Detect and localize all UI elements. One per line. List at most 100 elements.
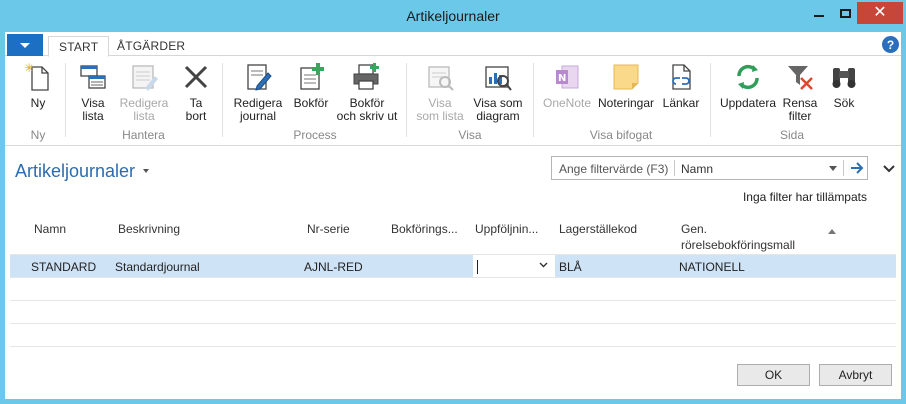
sok-button[interactable]: Sök xyxy=(829,61,859,110)
notes-icon xyxy=(610,61,642,93)
empty-row[interactable] xyxy=(10,323,896,346)
group-separator xyxy=(65,63,66,137)
links-icon xyxy=(665,61,697,93)
bokfor-och-skriv-ut-button[interactable]: Bokför och skriv ut xyxy=(335,61,399,123)
new-star-icon: ✳ xyxy=(22,61,54,93)
lankar-button[interactable]: Länkar xyxy=(661,61,701,110)
visa-lista-button[interactable]: Visa lista xyxy=(73,61,113,123)
view-list-icon xyxy=(424,61,456,93)
cancel-button[interactable]: Avbryt xyxy=(819,364,892,386)
group-separator xyxy=(406,63,407,137)
bokfor-button[interactable]: Bokför xyxy=(292,61,330,110)
journal-grid: Namn Beskrivning Nr-serie Bokförings... … xyxy=(10,212,896,369)
tab-atgarder[interactable]: ÅTGÄRDER xyxy=(107,36,195,57)
noteringar-label: Noteringar xyxy=(597,96,655,110)
grid-header: Namn Beskrivning Nr-serie Bokförings... … xyxy=(10,212,896,254)
ta-bort-label: Ta bort xyxy=(185,96,207,123)
visa-som-diagram-button[interactable]: Visa som diagram xyxy=(471,61,525,123)
apply-filter-arrow-icon[interactable] xyxy=(848,159,866,177)
group-label-ny: Ny xyxy=(30,128,46,142)
group-separator xyxy=(710,63,711,137)
chevron-down-icon[interactable] xyxy=(829,166,837,171)
filter-value-input[interactable]: Ange filtervärde (F3) xyxy=(559,162,668,176)
column-header-gen-rorelsebokforingsmall[interactable]: Gen. rörelsebokföringsmall xyxy=(681,221,795,253)
app-menu-button[interactable] xyxy=(7,34,43,56)
uppdatera-button[interactable]: Uppdatera xyxy=(717,61,779,110)
onenote-button[interactable]: N OneNote xyxy=(541,61,593,110)
column-header-beskrivning[interactable]: Beskrivning xyxy=(118,221,180,237)
title-dropdown-icon[interactable] xyxy=(143,169,149,173)
redigera-journal-button[interactable]: Redigera journal xyxy=(231,61,285,123)
svg-text:N: N xyxy=(558,73,566,84)
window-client: START ÅTGÄRDER ? ✳ Ny Visa lista Rediger… xyxy=(5,32,901,399)
lankar-label: Länkar xyxy=(662,96,700,110)
svg-text:✳: ✳ xyxy=(24,62,34,75)
column-header-lagerstallekod[interactable]: Lagerställekod xyxy=(559,221,637,237)
group-separator xyxy=(533,63,534,137)
group-label-process: Process xyxy=(293,128,337,142)
rensa-filter-label: Rensa filter xyxy=(782,96,818,123)
column-header-nr-serie[interactable]: Nr-serie xyxy=(307,221,350,237)
redigera-lista-button[interactable]: Redigera lista xyxy=(118,61,170,123)
visa-som-lista-button[interactable]: Visa som lista xyxy=(415,61,465,123)
close-button[interactable]: ✕ xyxy=(857,2,903,24)
minimize-icon xyxy=(814,15,824,17)
maximize-icon xyxy=(839,8,851,18)
redigera-lista-label: Redigera lista xyxy=(119,96,169,123)
chevron-down-icon[interactable] xyxy=(539,259,548,271)
rensa-filter-button[interactable]: Rensa filter xyxy=(782,61,818,123)
view-chart-icon xyxy=(482,61,514,93)
visa-som-diagram-label: Visa som diagram xyxy=(473,96,523,123)
edit-journal-icon xyxy=(242,61,274,93)
tab-start[interactable]: START xyxy=(48,36,110,57)
column-header-namn[interactable]: Namn xyxy=(34,221,66,237)
cell-namn[interactable]: STANDARD xyxy=(31,260,96,274)
list-view-icon xyxy=(77,61,109,93)
sok-label: Sök xyxy=(833,96,855,110)
empty-row[interactable] xyxy=(10,300,896,323)
bokfor-och-skriv-ut-label: Bokför och skriv ut xyxy=(336,96,398,123)
filter-divider xyxy=(843,160,844,176)
ny-label: Ny xyxy=(30,96,46,110)
group-label-sida: Sida xyxy=(779,128,805,142)
cell-gen-rorelsebokforingsmall[interactable]: NATIONELL xyxy=(679,260,745,274)
post-print-icon xyxy=(351,61,383,93)
filter-box: Ange filtervärde (F3) Namn xyxy=(551,156,868,180)
cell-beskrivning[interactable]: Standardjournal xyxy=(115,260,200,274)
redigera-journal-label: Redigera journal xyxy=(233,96,283,123)
ribbon: ✳ Ny Visa lista Redigera lista Ta bort R… xyxy=(5,57,901,146)
noteringar-button[interactable]: Noteringar xyxy=(597,61,655,110)
group-separator xyxy=(222,63,223,137)
no-filter-text: Inga filter har tillämpats xyxy=(742,190,867,204)
refresh-icon xyxy=(732,61,764,93)
ny-button[interactable]: ✳ Ny xyxy=(23,61,53,110)
column-header-bokforings[interactable]: Bokförings... xyxy=(391,221,458,237)
column-header-uppfoljning[interactable]: Uppföljnin... xyxy=(475,221,538,237)
post-icon xyxy=(295,61,327,93)
table-row[interactable]: STANDARD Standardjournal AJNL-RED BLÅ NA… xyxy=(10,254,896,277)
visa-som-lista-label: Visa som lista xyxy=(416,96,464,123)
ta-bort-button[interactable]: Ta bort xyxy=(178,61,214,123)
help-icon[interactable]: ? xyxy=(882,36,899,53)
clear-filter-icon xyxy=(784,61,816,93)
search-binoculars-icon xyxy=(828,61,860,93)
filter-field-select[interactable]: Namn xyxy=(681,162,713,176)
edit-list-icon xyxy=(128,61,160,93)
delete-x-icon xyxy=(180,61,212,93)
empty-row[interactable] xyxy=(10,277,896,300)
collapse-chevron-icon[interactable] xyxy=(882,161,896,175)
close-icon: ✕ xyxy=(873,4,887,21)
group-label-visa: Visa xyxy=(458,128,482,142)
onenote-label: OneNote xyxy=(542,96,592,110)
sort-ascending-icon[interactable] xyxy=(828,229,836,234)
cell-lagerstallekod[interactable]: BLÅ xyxy=(559,260,582,274)
page-title[interactable]: Artikeljournaler xyxy=(15,161,135,182)
window-title: Artikeljournaler xyxy=(406,8,500,24)
uppfoljning-dropdown[interactable] xyxy=(473,255,555,277)
text-caret xyxy=(477,260,478,274)
group-label-visa-bifogat: Visa bifogat xyxy=(589,128,653,142)
group-label-hantera: Hantera xyxy=(122,128,165,142)
ok-button[interactable]: OK xyxy=(737,364,810,386)
filter-divider xyxy=(674,160,675,176)
cell-nr-serie[interactable]: AJNL-RED xyxy=(304,260,363,274)
